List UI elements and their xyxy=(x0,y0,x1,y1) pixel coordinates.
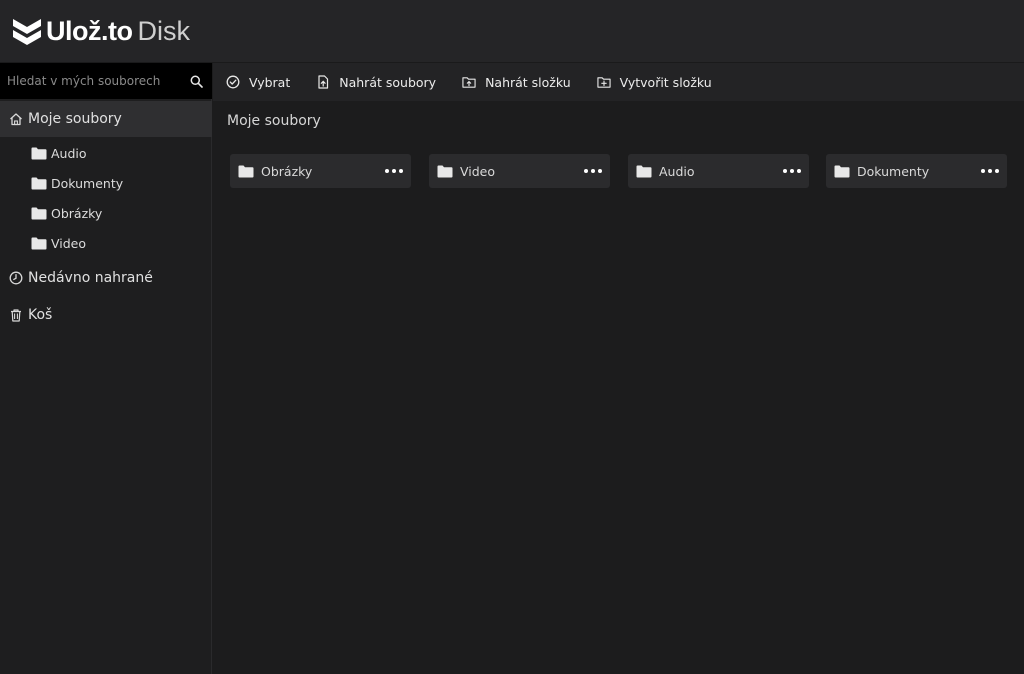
sidebar-item-my-files[interactable]: Moje soubory xyxy=(0,101,212,137)
sidebar-folder-label: Video xyxy=(51,235,87,251)
create-folder-label: Vytvořit složku xyxy=(619,74,712,90)
sidebar-folder-label: Dokumenty xyxy=(51,175,124,191)
more-options-icon[interactable] xyxy=(379,154,409,188)
folder-add-icon xyxy=(597,75,611,89)
app-header: Ulož.to Disk xyxy=(0,0,1024,63)
sidebar-item-trash[interactable]: Koš xyxy=(0,297,212,333)
more-options-icon[interactable] xyxy=(975,154,1005,188)
page-title: Moje soubory xyxy=(227,113,321,129)
search-bar xyxy=(0,63,212,99)
trash-icon xyxy=(9,308,23,322)
folder-card-label: Obrázky xyxy=(261,163,313,179)
sidebar-folder-label: Audio xyxy=(51,145,87,161)
upload-files-label: Nahrát soubory xyxy=(339,74,437,90)
clock-icon xyxy=(9,271,23,285)
sidebar-folder-audio[interactable]: Audio xyxy=(31,141,87,165)
folder-icon xyxy=(31,177,47,190)
folder-card[interactable]: Video xyxy=(429,154,610,188)
folder-card-label: Audio xyxy=(659,163,695,179)
sidebar-folder-images[interactable]: Obrázky xyxy=(31,201,102,225)
search-icon xyxy=(190,75,203,88)
logo[interactable]: Ulož.to Disk xyxy=(12,14,190,48)
search-input[interactable] xyxy=(0,63,182,99)
folder-icon xyxy=(834,165,850,178)
folder-icon xyxy=(31,207,47,220)
sidebar-item-label: Nedávno nahrané xyxy=(28,270,153,286)
sidebar-folder-video[interactable]: Video xyxy=(31,231,86,255)
home-icon xyxy=(9,112,23,126)
select-button[interactable]: Vybrat xyxy=(226,63,290,101)
sidebar-item-recent[interactable]: Nedávno nahrané xyxy=(0,260,212,296)
logo-icon xyxy=(13,19,41,45)
sidebar: Moje soubory Audio Dokumenty Obrázky Vid… xyxy=(0,63,212,674)
sidebar-folder-label: Obrázky xyxy=(51,205,103,221)
file-upload-icon xyxy=(316,75,330,89)
folder-card-label: Dokumenty xyxy=(857,163,930,179)
product-name: Disk xyxy=(137,15,190,46)
folder-icon xyxy=(31,147,47,160)
sidebar-item-label: Koš xyxy=(28,307,53,323)
check-circle-icon xyxy=(226,75,240,89)
select-label: Vybrat xyxy=(249,74,291,90)
brand-name: Ulož.to xyxy=(46,15,133,46)
folder-icon xyxy=(238,165,254,178)
folder-card[interactable]: Dokumenty xyxy=(826,154,1007,188)
upload-files-button[interactable]: Nahrát soubory xyxy=(316,63,436,101)
folder-icon xyxy=(437,165,453,178)
folder-icon xyxy=(636,165,652,178)
folder-card[interactable]: Audio xyxy=(628,154,809,188)
create-folder-button[interactable]: Vytvořit složku xyxy=(597,63,712,101)
upload-folder-label: Nahrát složku xyxy=(485,74,571,90)
sidebar-folder-documents[interactable]: Dokumenty xyxy=(31,171,123,195)
folder-upload-icon xyxy=(462,75,476,89)
folder-card[interactable]: Obrázky xyxy=(230,154,411,188)
toolbar: Vybrat Nahrát soubory Nahrát složku Vytv… xyxy=(213,63,1024,101)
more-options-icon[interactable] xyxy=(578,154,608,188)
folder-icon xyxy=(31,237,47,250)
folder-card-label: Video xyxy=(460,163,496,179)
search-button[interactable] xyxy=(182,63,210,99)
sidebar-item-label: Moje soubory xyxy=(28,111,122,127)
more-options-icon[interactable] xyxy=(777,154,807,188)
upload-folder-button[interactable]: Nahrát složku xyxy=(462,63,571,101)
